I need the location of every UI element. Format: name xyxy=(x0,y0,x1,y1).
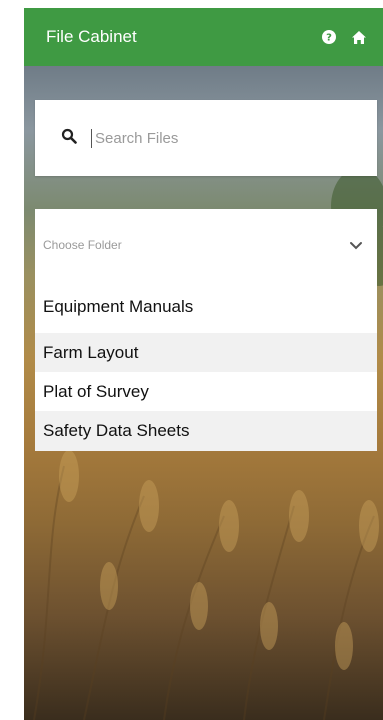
folder-item-label: Plat of Survey xyxy=(43,381,149,401)
folder-item-label: Farm Layout xyxy=(43,342,139,362)
app-header: File Cabinet ? xyxy=(24,8,383,66)
folder-item-equipment-manuals[interactable]: Equipment Manuals xyxy=(35,281,377,333)
folder-select-label: Choose Folder xyxy=(43,238,122,252)
folder-item-farm-layout[interactable]: Farm Layout xyxy=(35,333,377,372)
search-bar xyxy=(35,100,377,176)
page-title: File Cabinet xyxy=(46,27,137,46)
search-input[interactable] xyxy=(91,128,327,148)
help-icon[interactable]: ? xyxy=(321,29,337,45)
folder-list: Equipment Manuals Farm Layout Plat of Su… xyxy=(35,281,377,451)
chevron-down-icon xyxy=(349,238,363,252)
folder-item-label: Equipment Manuals xyxy=(43,297,194,316)
app-frame: File Cabinet ? Search Files Choose Folde… xyxy=(0,0,383,720)
file-cabinet-screen: File Cabinet ? Search Files Choose Folde… xyxy=(24,0,383,720)
header-actions: ? xyxy=(321,29,383,45)
folder-item-label: Safety Data Sheets xyxy=(43,421,190,440)
folder-item-plat-of-survey[interactable]: Plat of Survey xyxy=(35,372,377,411)
left-edge-strip xyxy=(0,0,24,720)
svg-text:?: ? xyxy=(326,33,332,44)
folder-select[interactable]: Choose Folder xyxy=(35,209,377,281)
folder-item-safety-data-sheets[interactable]: Safety Data Sheets xyxy=(35,411,377,451)
home-icon[interactable] xyxy=(351,29,367,45)
search-icon xyxy=(61,128,77,149)
